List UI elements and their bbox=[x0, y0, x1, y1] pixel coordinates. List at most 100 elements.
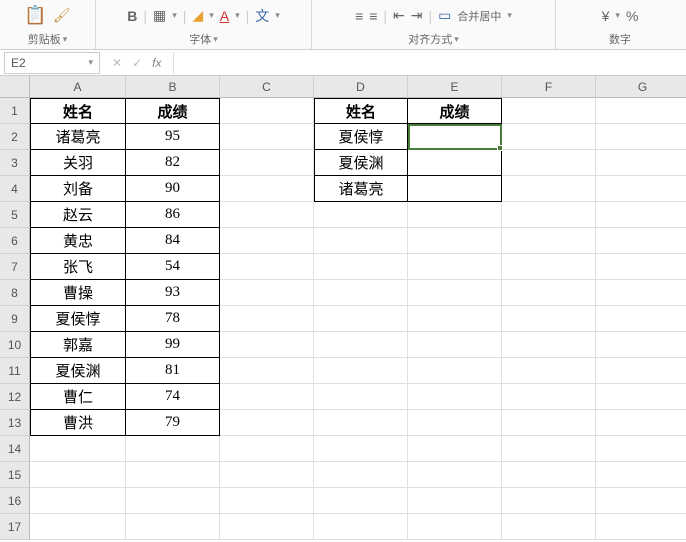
row-header[interactable]: 8 bbox=[0, 280, 30, 306]
cell-E8[interactable] bbox=[408, 280, 502, 306]
cells-area[interactable]: 姓名 成绩 姓名 成绩 诸葛亮 95 夏侯惇 关羽 82 bbox=[30, 98, 686, 540]
cell-C16[interactable] bbox=[220, 488, 314, 514]
font-color-icon[interactable]: A bbox=[220, 8, 229, 24]
cell-E5[interactable] bbox=[408, 202, 502, 228]
cell-G16[interactable] bbox=[596, 488, 686, 514]
cell-E14[interactable] bbox=[408, 436, 502, 462]
cell-D2[interactable]: 夏侯惇 bbox=[314, 124, 408, 150]
row-header[interactable]: 1 bbox=[0, 98, 30, 124]
cell-F7[interactable] bbox=[502, 254, 596, 280]
cell-C2[interactable] bbox=[220, 124, 314, 150]
cell-D15[interactable] bbox=[314, 462, 408, 488]
cell-D5[interactable] bbox=[314, 202, 408, 228]
cell-D6[interactable] bbox=[314, 228, 408, 254]
cell-C14[interactable] bbox=[220, 436, 314, 462]
row-header[interactable]: 13 bbox=[0, 410, 30, 436]
cell-A7[interactable]: 张飞 bbox=[30, 254, 126, 280]
merge-cells-label[interactable]: 合并居中 bbox=[457, 8, 501, 24]
cell-A10[interactable]: 郭嘉 bbox=[30, 332, 126, 358]
percent-icon[interactable]: % bbox=[626, 8, 638, 24]
align-center-icon[interactable]: ≡ bbox=[369, 8, 377, 24]
cell-F16[interactable] bbox=[502, 488, 596, 514]
col-header[interactable]: F bbox=[502, 76, 596, 98]
cell-D14[interactable] bbox=[314, 436, 408, 462]
row-header[interactable]: 7 bbox=[0, 254, 30, 280]
row-header[interactable]: 15 bbox=[0, 462, 30, 488]
cell-C3[interactable] bbox=[220, 150, 314, 176]
cell-G10[interactable] bbox=[596, 332, 686, 358]
cell-D4[interactable]: 诸葛亮 bbox=[314, 176, 408, 202]
cell-A5[interactable]: 赵云 bbox=[30, 202, 126, 228]
cell-F1[interactable] bbox=[502, 98, 596, 124]
cell-C6[interactable] bbox=[220, 228, 314, 254]
cell-E15[interactable] bbox=[408, 462, 502, 488]
cell-G4[interactable] bbox=[596, 176, 686, 202]
cell-C17[interactable] bbox=[220, 514, 314, 540]
cell-E10[interactable] bbox=[408, 332, 502, 358]
cell-D13[interactable] bbox=[314, 410, 408, 436]
cell-D11[interactable] bbox=[314, 358, 408, 384]
row-header[interactable]: 6 bbox=[0, 228, 30, 254]
cell-A14[interactable] bbox=[30, 436, 126, 462]
cell-A17[interactable] bbox=[30, 514, 126, 540]
cell-C8[interactable] bbox=[220, 280, 314, 306]
cell-B8[interactable]: 93 bbox=[126, 280, 220, 306]
cell-A3[interactable]: 关羽 bbox=[30, 150, 126, 176]
cell-G2[interactable] bbox=[596, 124, 686, 150]
cell-E2[interactable] bbox=[408, 124, 502, 150]
cell-B10[interactable]: 99 bbox=[126, 332, 220, 358]
cell-F14[interactable] bbox=[502, 436, 596, 462]
cell-A9[interactable]: 夏侯惇 bbox=[30, 306, 126, 332]
col-header[interactable]: A bbox=[30, 76, 126, 98]
cell-G12[interactable] bbox=[596, 384, 686, 410]
cell-B4[interactable]: 90 bbox=[126, 176, 220, 202]
cell-F9[interactable] bbox=[502, 306, 596, 332]
fill-color-icon[interactable]: ◢ bbox=[192, 7, 203, 24]
cell-A13[interactable]: 曹洪 bbox=[30, 410, 126, 436]
row-header[interactable]: 9 bbox=[0, 306, 30, 332]
row-header[interactable]: 2 bbox=[0, 124, 30, 150]
cell-B15[interactable] bbox=[126, 462, 220, 488]
row-header[interactable]: 5 bbox=[0, 202, 30, 228]
cell-E16[interactable] bbox=[408, 488, 502, 514]
col-header[interactable]: E bbox=[408, 76, 502, 98]
cell-E4[interactable] bbox=[408, 176, 502, 202]
cell-G17[interactable] bbox=[596, 514, 686, 540]
cell-G3[interactable] bbox=[596, 150, 686, 176]
row-header[interactable]: 12 bbox=[0, 384, 30, 410]
cell-E6[interactable] bbox=[408, 228, 502, 254]
cell-G5[interactable] bbox=[596, 202, 686, 228]
align-left-icon[interactable]: ≡ bbox=[355, 8, 363, 24]
phonetic-icon[interactable]: 文 bbox=[255, 6, 269, 26]
border-icon[interactable]: ▦ bbox=[153, 7, 166, 24]
cell-C15[interactable] bbox=[220, 462, 314, 488]
cell-B17[interactable] bbox=[126, 514, 220, 540]
cell-G15[interactable] bbox=[596, 462, 686, 488]
confirm-icon[interactable]: ✓ bbox=[132, 56, 142, 70]
row-header[interactable]: 16 bbox=[0, 488, 30, 514]
cell-B13[interactable]: 79 bbox=[126, 410, 220, 436]
cell-E1[interactable]: 成绩 bbox=[408, 98, 502, 124]
cell-D17[interactable] bbox=[314, 514, 408, 540]
cell-G14[interactable] bbox=[596, 436, 686, 462]
cell-G6[interactable] bbox=[596, 228, 686, 254]
indent-increase-icon[interactable]: ⇥ bbox=[411, 7, 423, 24]
cell-B11[interactable]: 81 bbox=[126, 358, 220, 384]
col-header[interactable]: C bbox=[220, 76, 314, 98]
cell-F2[interactable] bbox=[502, 124, 596, 150]
cell-C9[interactable] bbox=[220, 306, 314, 332]
cell-B2[interactable]: 95 bbox=[126, 124, 220, 150]
chevron-down-icon[interactable]: ▾ bbox=[88, 57, 93, 68]
cell-F13[interactable] bbox=[502, 410, 596, 436]
cell-E12[interactable] bbox=[408, 384, 502, 410]
cell-F17[interactable] bbox=[502, 514, 596, 540]
cell-E3[interactable] bbox=[408, 150, 502, 176]
cell-F8[interactable] bbox=[502, 280, 596, 306]
cell-D10[interactable] bbox=[314, 332, 408, 358]
paste-icon[interactable]: 📋 bbox=[24, 5, 46, 26]
cell-C13[interactable] bbox=[220, 410, 314, 436]
merge-cells-icon[interactable]: ▭ bbox=[438, 7, 451, 24]
row-header[interactable]: 17 bbox=[0, 514, 30, 540]
cell-A8[interactable]: 曹操 bbox=[30, 280, 126, 306]
cell-F5[interactable] bbox=[502, 202, 596, 228]
